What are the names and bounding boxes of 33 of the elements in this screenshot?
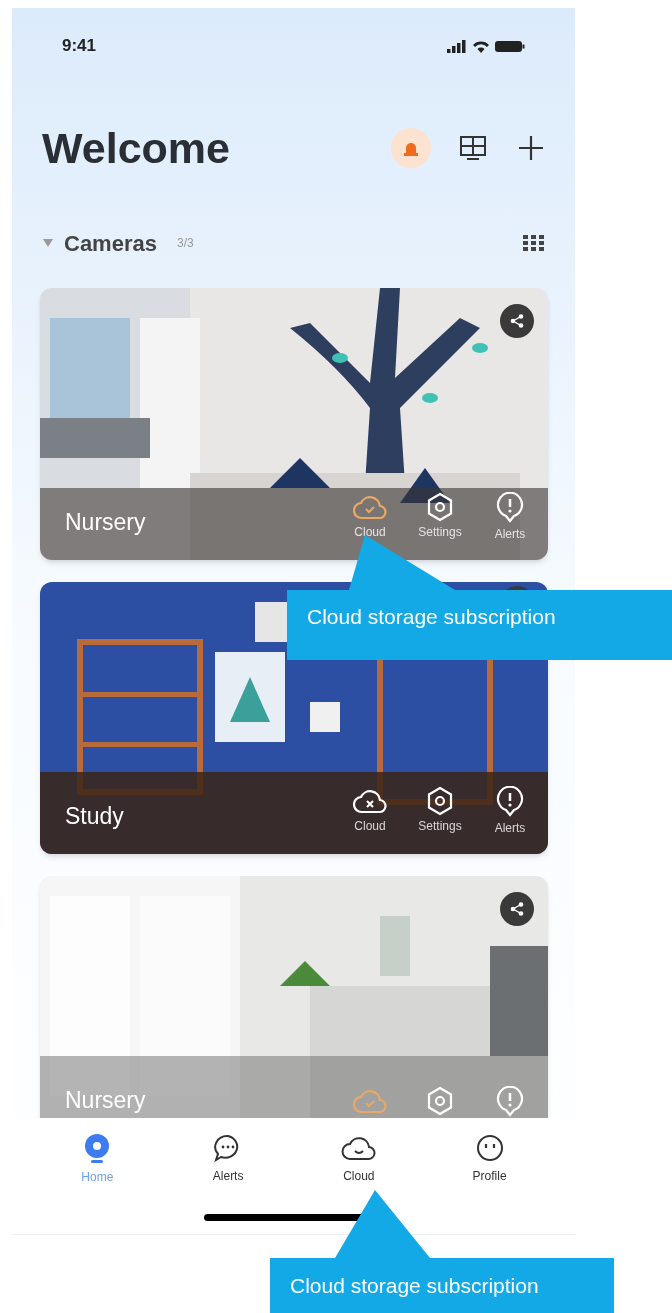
alert-icon <box>495 492 525 524</box>
settings-icon <box>425 492 455 522</box>
grid-icon <box>459 135 487 161</box>
alert-icon <box>495 786 525 818</box>
callout-text: Cloud storage subscription <box>290 1273 539 1299</box>
share-icon <box>509 901 525 917</box>
camera-count: 3/3 <box>176 235 194 252</box>
plus-icon <box>517 134 545 162</box>
tab[interactable]: Profile <box>444 1133 535 1185</box>
status-time: 9:41 <box>62 35 97 58</box>
section-title: Cameras <box>64 229 157 258</box>
settings-action[interactable]: Settings <box>414 786 466 832</box>
settings-icon <box>425 786 455 816</box>
tab[interactable]: Cloud <box>313 1133 404 1185</box>
settings-action[interactable]: Settings <box>414 492 466 538</box>
wifi-icon <box>472 39 490 53</box>
settings-icon <box>425 1086 455 1116</box>
cloud-action[interactable]: Cloud <box>344 492 396 538</box>
grid-menu-icon[interactable] <box>523 235 545 251</box>
tab[interactable]: Alerts <box>183 1133 274 1185</box>
cloud-action[interactable]: Cloud <box>344 786 396 832</box>
page-title: Welcome <box>42 122 230 174</box>
alerts-action[interactable]: Alerts <box>484 786 536 834</box>
share-icon <box>509 313 525 329</box>
alert-icon <box>495 1086 525 1118</box>
face-icon <box>474 1133 505 1163</box>
camera-name: Nursery <box>65 1089 146 1112</box>
camera-name: Nursery <box>65 511 146 534</box>
camera-name: Study <box>65 805 124 828</box>
signal-icon <box>447 39 467 53</box>
alarm-button[interactable] <box>391 128 431 168</box>
battery-icon <box>495 39 525 53</box>
camera-card[interactable]: Nursery Cloud Settings Alerts <box>40 288 548 560</box>
